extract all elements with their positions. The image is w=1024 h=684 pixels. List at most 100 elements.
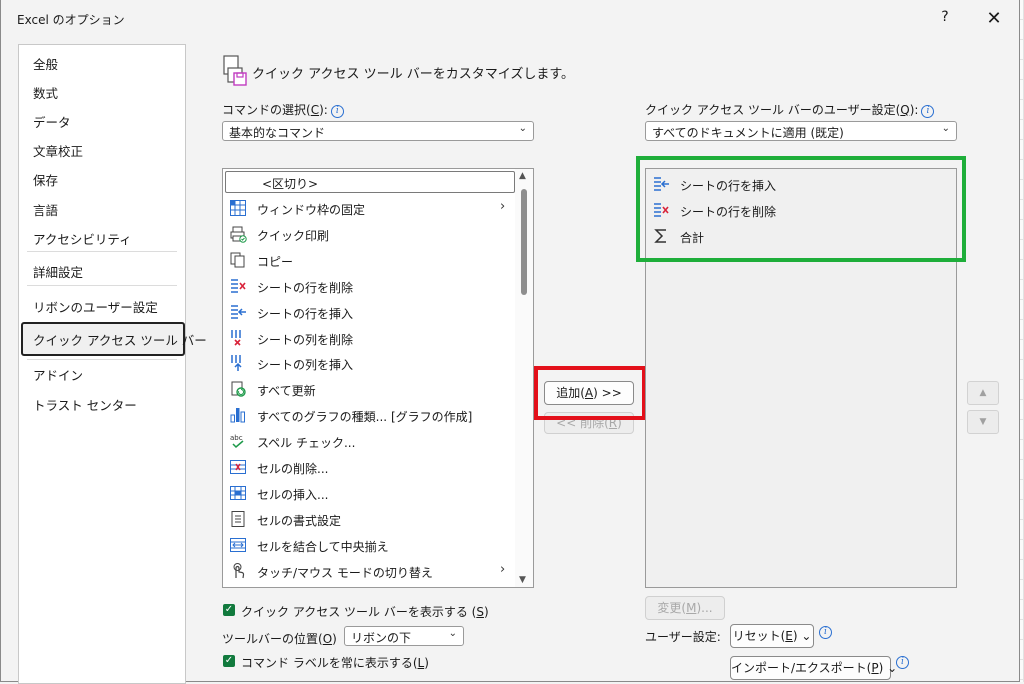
- list-item-label: セルを結合して中央揃え: [257, 539, 389, 554]
- list-item-label: シートの行を挿入: [257, 306, 354, 321]
- info-icon[interactable]: i: [330, 105, 344, 118]
- chevron-down-icon: ⌄: [448, 628, 457, 639]
- dialog-title: Excel のオプション: [17, 13, 125, 27]
- list-item[interactable]: シートの列を挿入: [225, 350, 515, 376]
- sidebar-item-general[interactable]: 全般: [33, 54, 58, 73]
- list-item-label: スペル チェック...: [257, 436, 356, 451]
- insert-column-icon: [229, 354, 247, 372]
- move-down-button[interactable]: ▼: [967, 410, 999, 434]
- sidebar-item-language[interactable]: 言語: [33, 200, 58, 219]
- list-item-label: すべて更新: [257, 384, 316, 399]
- list-item-label: タッチ/マウス モードの切り替え: [257, 565, 433, 580]
- list-item[interactable]: セルの削除...: [225, 454, 515, 480]
- toolbar-position-label: ツールバーの位置(O): [222, 632, 337, 646]
- list-item[interactable]: セルを結合して中央揃え: [225, 532, 515, 558]
- always-show-labels-label: コマンド ラベルを常に表示する(L): [241, 656, 429, 670]
- list-item-label: コピー: [257, 254, 294, 269]
- sidebar-divider: [27, 359, 177, 360]
- separator-item[interactable]: <区切り>: [225, 171, 515, 193]
- insert-row-icon: [229, 303, 247, 321]
- freeze-panes-icon: [229, 199, 247, 217]
- sidebar-item-proofing[interactable]: 文章校正: [33, 141, 83, 160]
- toolbar-position-select[interactable]: リボンの下 ⌄: [344, 626, 464, 646]
- chevron-down-icon: ⌄: [518, 123, 527, 134]
- list-item-label: セルの書式設定: [257, 513, 342, 528]
- section-header: クイック アクセス ツール バーをカスタマイズします。: [252, 67, 575, 82]
- delete-column-icon: [229, 329, 247, 347]
- sidebar-item-addins[interactable]: アドイン: [33, 365, 83, 384]
- modify-button[interactable]: 変更(M)...: [645, 596, 725, 620]
- choose-commands-select[interactable]: 基本的なコマンド ⌄: [222, 121, 534, 141]
- choose-commands-value: 基本的なコマンド: [229, 126, 326, 140]
- list-item[interactable]: すべて更新: [225, 376, 515, 402]
- list-item[interactable]: コピー: [225, 247, 515, 273]
- help-button[interactable]: ?: [935, 9, 955, 29]
- list-item[interactable]: セルの挿入...: [225, 480, 515, 506]
- scroll-up-icon[interactable]: ▲: [519, 171, 526, 181]
- list-item-label: クイック印刷: [257, 228, 330, 243]
- excel-options-dialog: Excel のオプション ? ✕ 全般 数式 データ 文章校正 保存 言語 アク…: [0, 0, 1020, 684]
- list-item[interactable]: クイック印刷: [225, 221, 515, 247]
- chevron-right-icon: ›: [500, 199, 506, 214]
- list-item-label: シートの列を挿入: [257, 358, 354, 373]
- move-up-button[interactable]: ▲: [967, 381, 999, 405]
- spell-check-icon: abc: [229, 432, 247, 450]
- scroll-thumb[interactable]: [521, 189, 527, 295]
- sidebar-divider: [27, 285, 177, 286]
- reset-button[interactable]: リセット(E) ⌄: [730, 624, 814, 648]
- insert-cells-icon: [229, 484, 247, 502]
- list-item[interactable]: シートの行を挿入: [225, 299, 515, 325]
- close-button[interactable]: ✕: [983, 8, 1005, 30]
- available-commands-list[interactable]: <区切り> ウィンドウ枠の固定 › クイック印刷 コピーシートの行を削除シートの行を挿…: [222, 168, 534, 588]
- scroll-down-icon[interactable]: ▼: [519, 575, 526, 585]
- list-item-label: <区切り>: [262, 177, 319, 191]
- sidebar-item-advanced[interactable]: 詳細設定: [33, 262, 83, 281]
- list-item[interactable]: すべてのグラフの種類... [グラフの作成]: [225, 402, 515, 428]
- list-item[interactable]: セルの書式設定: [225, 506, 515, 532]
- list-item-label: ウィンドウ枠の固定: [257, 203, 366, 217]
- customize-qat-label: クイック アクセス ツール バーのユーザー設定(Q): i: [645, 101, 935, 118]
- add-button-highlight: [534, 366, 646, 420]
- sidebar-item-data[interactable]: データ: [33, 112, 71, 131]
- info-icon[interactable]: i: [921, 105, 935, 118]
- always-show-labels-checkbox[interactable]: ✓: [223, 655, 235, 667]
- quick-access-toolbar-icon: [221, 54, 249, 91]
- choose-commands-label: コマンドの選択(C): i: [222, 101, 344, 118]
- sidebar-item-customize-ribbon[interactable]: リボンのユーザー設定: [33, 297, 158, 316]
- delete-row-icon: [229, 277, 247, 295]
- sidebar-item-save[interactable]: 保存: [33, 170, 58, 189]
- sidebar-item-accessibility[interactable]: アクセシビリティ: [33, 229, 132, 248]
- options-sidebar: 全般 数式 データ 文章校正 保存 言語 アクセシビリティ 詳細設定 リボンのユ…: [18, 44, 207, 684]
- list-item-label: セルの削除...: [257, 462, 329, 476]
- sidebar-divider: [27, 251, 177, 252]
- sidebar-item-quick-access-toolbar[interactable]: クイック アクセス ツール バー: [33, 330, 207, 349]
- list-item-label: シートの列を削除: [257, 332, 354, 347]
- chart-icon: [229, 406, 247, 424]
- sidebar-item-formulas[interactable]: 数式: [33, 83, 58, 102]
- svg-text:abc: abc: [230, 434, 243, 442]
- toolbar-position-value: リボンの下: [351, 631, 412, 645]
- format-cells-icon: [229, 510, 247, 528]
- list-item-label: セルの挿入...: [257, 487, 329, 502]
- customize-qat-value: すべてのドキュメントに適用 (既定): [652, 126, 844, 140]
- list-item[interactable]: abc スペル チェック...: [225, 428, 515, 454]
- show-qat-label: クイック アクセス ツール バーを表示する (S): [241, 605, 489, 619]
- list-item[interactable]: ウィンドウ枠の固定 ›: [225, 195, 515, 221]
- qat-items-highlight: [636, 156, 966, 262]
- sidebar-item-trust-center[interactable]: トラスト センター: [33, 395, 137, 414]
- info-icon[interactable]: i: [819, 626, 832, 639]
- commands-scrollbar[interactable]: ▲ ▼: [515, 169, 533, 587]
- info-icon[interactable]: i: [896, 656, 909, 669]
- list-item[interactable]: シートの行を削除: [225, 273, 515, 299]
- show-qat-checkbox[interactable]: ✓: [223, 604, 235, 616]
- customize-qat-select[interactable]: すべてのドキュメントに適用 (既定) ⌄: [645, 121, 957, 141]
- touch-mode-icon: [229, 562, 247, 580]
- copy-icon: [229, 251, 247, 269]
- import-export-button[interactable]: インポート/エクスポート(P) ⌄: [730, 656, 897, 680]
- list-item-label: すべてのグラフの種類... [グラフの作成]: [257, 410, 473, 425]
- list-item[interactable]: タッチ/マウス モードの切り替え ›: [225, 558, 515, 584]
- title-bar: Excel のオプション ? ✕: [1, 0, 1019, 38]
- list-item[interactable]: シートの列を削除: [225, 325, 515, 351]
- quick-print-icon: [229, 225, 247, 243]
- user-settings-label: ユーザー設定:: [645, 630, 721, 644]
